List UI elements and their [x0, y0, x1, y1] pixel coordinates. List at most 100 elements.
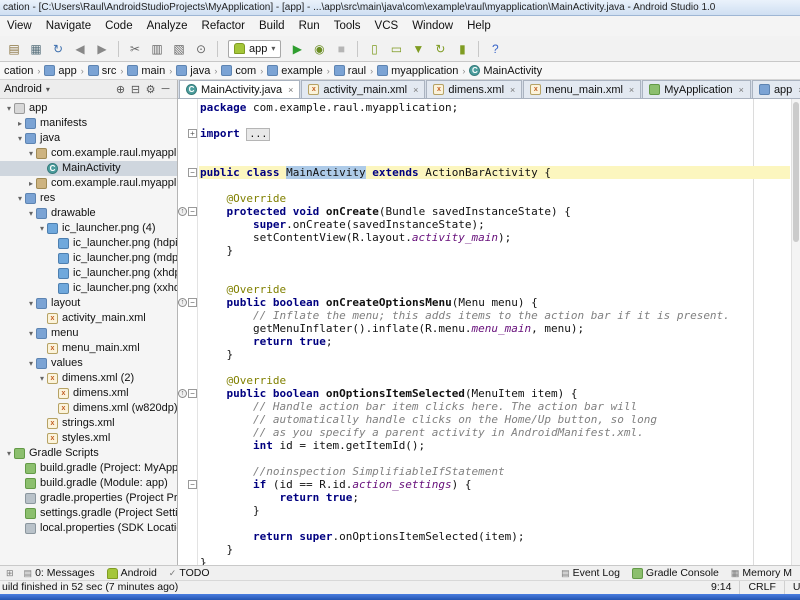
tree-item[interactable]: ▾layout	[0, 296, 177, 311]
code-line[interactable]: return true;	[200, 491, 790, 504]
paste-icon[interactable]: ▧	[169, 39, 189, 59]
tree-item[interactable]: ▾drawable	[0, 206, 177, 221]
save-all-icon[interactable]: ▦	[26, 39, 46, 59]
code-line[interactable]: import ...	[200, 127, 790, 140]
chevron-expanded-icon[interactable]: ▾	[4, 101, 14, 116]
editor-tab[interactable]: CMainActivity.java×	[179, 80, 300, 98]
chevron-expanded-icon[interactable]: ▾	[26, 326, 36, 341]
tree-item[interactable]: build.gradle (Module: app)	[0, 476, 177, 491]
menu-refactor[interactable]: Refactor	[195, 16, 252, 36]
tree-item[interactable]: ▾ic_launcher.png (4)	[0, 221, 177, 236]
menu-code[interactable]: Code	[98, 16, 140, 36]
tree-item[interactable]: local.properties (SDK Location)	[0, 521, 177, 536]
find-icon[interactable]: ⊙	[191, 39, 211, 59]
menu-navigate[interactable]: Navigate	[39, 16, 98, 36]
line-separator-indicator[interactable]: CRLF	[739, 581, 783, 594]
editor-tab[interactable]: app×	[752, 80, 800, 98]
tree-item[interactable]: xstyles.xml	[0, 431, 177, 446]
tree-item[interactable]: xdimens.xml	[0, 386, 177, 401]
tree-item[interactable]: ▸manifests	[0, 116, 177, 131]
breadcrumb-item[interactable]: example	[265, 65, 325, 77]
code-line[interactable]	[200, 114, 790, 127]
monitor-icon[interactable]: ▮	[452, 39, 472, 59]
code-line[interactable]: }	[200, 504, 790, 517]
code-line[interactable]	[200, 153, 790, 166]
editor-tab[interactable]: xactivity_main.xml×	[301, 80, 425, 98]
close-icon[interactable]: ×	[288, 85, 293, 95]
tree-item[interactable]: ▾values	[0, 356, 177, 371]
scrollbar-thumb[interactable]	[793, 102, 799, 242]
code-line[interactable]	[200, 179, 790, 192]
avd-manager-icon[interactable]: ▭	[386, 39, 406, 59]
tree-item[interactable]: xmenu_main.xml	[0, 341, 177, 356]
chevron-expanded-icon[interactable]: ▾	[26, 146, 36, 161]
chevron-expanded-icon[interactable]: ▾	[37, 371, 47, 386]
chevron-expanded-icon[interactable]: ▾	[15, 191, 25, 206]
code-line[interactable]: return true;	[200, 335, 790, 348]
code-line[interactable]: package com.example.raul.myapplication;	[200, 101, 790, 114]
override-marker-icon[interactable]: ↑	[178, 389, 187, 398]
breadcrumb-item[interactable]: java	[174, 65, 212, 77]
tree-item[interactable]: CMainActivity	[0, 161, 177, 176]
fold-collapse-icon[interactable]: −	[188, 480, 197, 489]
tree-item[interactable]: ▾res	[0, 191, 177, 206]
code-line[interactable]: }	[200, 348, 790, 361]
breadcrumb-item[interactable]: main	[125, 65, 167, 77]
open-icon[interactable]: ▤	[4, 39, 24, 59]
tree-item[interactable]: xactivity_main.xml	[0, 311, 177, 326]
code-line[interactable]: }	[200, 244, 790, 257]
run-configuration-selector[interactable]: app▾	[228, 40, 281, 58]
code-line[interactable]: setContentView(R.layout.activity_main);	[200, 231, 790, 244]
menu-window[interactable]: Window	[405, 16, 460, 36]
code-line[interactable]: public boolean onOptionsItemSelected(Men…	[200, 387, 790, 400]
tree-item[interactable]: build.gradle (Project: MyApplication)	[0, 461, 177, 476]
project-view-selector[interactable]: Android	[4, 83, 42, 95]
breadcrumb-item[interactable]: raul	[332, 65, 368, 77]
chevron-expanded-icon[interactable]: ▾	[37, 221, 47, 236]
fold-collapse-icon[interactable]: −	[188, 389, 197, 398]
breadcrumb-item[interactable]: CMainActivity	[467, 65, 544, 77]
tree-item[interactable]: xdimens.xml (w820dp)	[0, 401, 177, 416]
close-icon[interactable]: ×	[739, 85, 744, 95]
chevron-expanded-icon[interactable]: ▾	[26, 296, 36, 311]
fold-expand-icon[interactable]: +	[188, 129, 197, 138]
editor-tab[interactable]: xdimens.xml×	[426, 80, 522, 98]
code-line[interactable]: // Inflate the menu; this adds items to …	[200, 309, 790, 322]
override-marker-icon[interactable]: ↑	[178, 298, 187, 307]
breadcrumb-item[interactable]: com	[219, 65, 258, 77]
toolwindow-button[interactable]: ▦Memory M	[725, 567, 798, 579]
chevron-collapsed-icon[interactable]: ▸	[15, 116, 25, 131]
stop-icon[interactable]: ■	[331, 39, 351, 59]
settings-icon[interactable]: ⚙	[143, 83, 158, 96]
sync-icon[interactable]: ↻	[48, 39, 68, 59]
tree-item[interactable]: ic_launcher.png (hdpi)	[0, 236, 177, 251]
code-line[interactable]: public boolean onCreateOptionsMenu(Menu …	[200, 296, 790, 309]
menu-tools[interactable]: Tools	[327, 16, 368, 36]
toolwindow-switcher-icon[interactable]: ⊞	[2, 568, 18, 579]
code-line[interactable]: @Override	[200, 192, 790, 205]
editor[interactable]: +−↑−↑−↑−− package com.example.raul.myapp…	[178, 99, 800, 565]
chevron-collapsed-icon[interactable]: ▸	[26, 176, 36, 191]
code-line[interactable]	[200, 361, 790, 374]
fold-collapse-icon[interactable]: −	[188, 207, 197, 216]
code-line[interactable]	[200, 517, 790, 530]
code-line[interactable]	[200, 140, 790, 153]
breadcrumb-item[interactable]: myapplication	[375, 65, 460, 77]
tree-item[interactable]: ▸com.example.raul.myapplication (android…	[0, 176, 177, 191]
breadcrumb-item[interactable]: src	[86, 65, 119, 77]
menu-vcs[interactable]: VCS	[368, 16, 406, 36]
close-icon[interactable]: ×	[413, 85, 418, 95]
code-line[interactable]: getMenuInflater().inflate(R.menu.menu_ma…	[200, 322, 790, 335]
tree-item[interactable]: ▾Gradle Scripts	[0, 446, 177, 461]
collapse-all-icon[interactable]: ⊟	[128, 83, 143, 96]
gradle-sync-icon[interactable]: ↻	[430, 39, 450, 59]
breadcrumb-item[interactable]: app	[42, 65, 78, 77]
code-line[interactable]: if (id == R.id.action_settings) {	[200, 478, 790, 491]
editor-scrollbar[interactable]	[791, 99, 800, 565]
menu-analyze[interactable]: Analyze	[140, 16, 195, 36]
tree-item[interactable]: ▾app	[0, 101, 177, 116]
tree-item[interactable]: ▾menu	[0, 326, 177, 341]
toolwindow-button[interactable]: Android	[101, 566, 163, 580]
fold-collapse-icon[interactable]: −	[188, 168, 197, 177]
close-icon[interactable]: ×	[510, 85, 515, 95]
